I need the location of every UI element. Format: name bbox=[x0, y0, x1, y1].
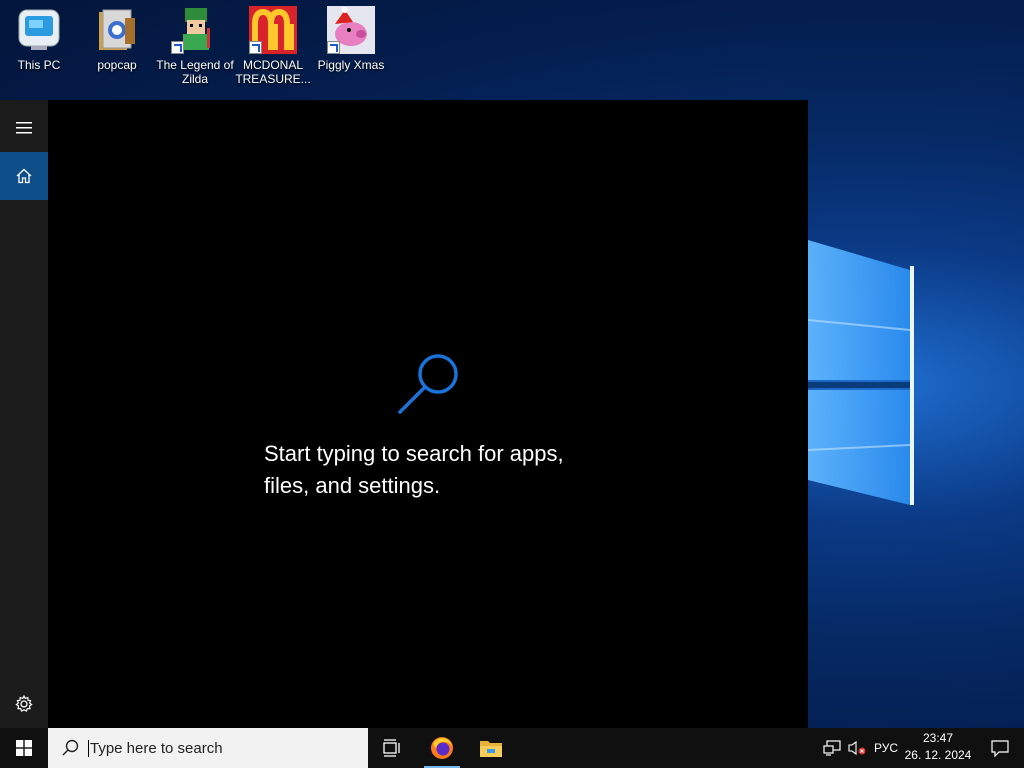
desktop-icon-label: The Legend of Zilda bbox=[156, 58, 234, 86]
desktop-icon-label: popcap bbox=[97, 58, 137, 72]
firefox-taskbar-button[interactable] bbox=[418, 728, 466, 768]
network-tray-button[interactable] bbox=[820, 728, 844, 768]
file-explorer-icon bbox=[480, 741, 502, 757]
desktop-icon-piggly-xmas[interactable]: Piggly Xmas bbox=[312, 4, 390, 72]
desktop-icon-label: This PC bbox=[17, 58, 61, 72]
task-view-button[interactable] bbox=[368, 728, 416, 768]
clock-time: 23:47 bbox=[922, 731, 954, 745]
action-center-button[interactable] bbox=[976, 728, 1024, 768]
volume-muted-icon bbox=[848, 740, 866, 756]
shortcut-arrow-icon bbox=[171, 41, 184, 54]
volume-tray-button[interactable] bbox=[846, 728, 868, 768]
search-icon bbox=[62, 739, 79, 756]
desktop-icon-this-pc[interactable]: This PC bbox=[0, 4, 78, 72]
desktop-icon-label: MCDONAL TREASURE... bbox=[235, 58, 311, 86]
search-flyout: Start typing to search for apps, files, … bbox=[0, 100, 808, 728]
home-icon bbox=[16, 168, 32, 184]
notification-icon bbox=[991, 740, 1009, 757]
task-view-icon bbox=[383, 739, 400, 757]
network-icon bbox=[823, 740, 841, 756]
taskbar: Type here to search РУС 23:47 26. 12. 20… bbox=[0, 728, 1024, 768]
search-prompt-line: Start typing to search for apps, bbox=[264, 441, 564, 466]
hamburger-icon bbox=[16, 122, 32, 134]
search-prompt-line: files, and settings. bbox=[264, 473, 441, 498]
computer-icon bbox=[15, 6, 63, 54]
settings-icon bbox=[15, 695, 33, 712]
mcdonalds-logo-icon bbox=[249, 6, 297, 54]
home-button[interactable] bbox=[0, 152, 48, 200]
start-button[interactable] bbox=[0, 728, 48, 768]
clock[interactable]: 23:47 26. 12. 2024 bbox=[900, 730, 976, 766]
flyout-nav-rail bbox=[0, 100, 48, 728]
shortcut-arrow-icon bbox=[327, 41, 340, 54]
settings-button[interactable] bbox=[0, 680, 48, 728]
taskbar-search-box[interactable]: Type here to search bbox=[48, 728, 368, 768]
clock-date: 26. 12. 2024 bbox=[904, 748, 972, 762]
search-magnifier-icon bbox=[398, 354, 458, 414]
file-explorer-taskbar-button[interactable] bbox=[467, 728, 515, 768]
desktop-icon-legend-of-zilda[interactable]: The Legend of Zilda bbox=[156, 4, 234, 86]
game-character-icon bbox=[171, 6, 219, 54]
search-prompt: Start typing to search for apps, files, … bbox=[264, 438, 624, 502]
pig-icon bbox=[327, 6, 375, 54]
search-input[interactable]: Type here to search bbox=[88, 739, 223, 757]
wallpaper-windows-logo bbox=[808, 240, 914, 505]
shortcut-arrow-icon bbox=[249, 41, 262, 54]
desktop-icon-popcap[interactable]: popcap bbox=[78, 4, 156, 72]
language-indicator[interactable]: РУС bbox=[870, 728, 902, 768]
desktop-icon-mcdonal-treasure[interactable]: MCDONAL TREASURE... bbox=[234, 4, 312, 86]
windows-logo-icon bbox=[16, 740, 32, 756]
desktop-icon-label: Piggly Xmas bbox=[317, 58, 385, 72]
hamburger-menu-button[interactable] bbox=[0, 104, 48, 152]
firefox-icon bbox=[431, 737, 453, 759]
folder-icon bbox=[93, 6, 141, 54]
